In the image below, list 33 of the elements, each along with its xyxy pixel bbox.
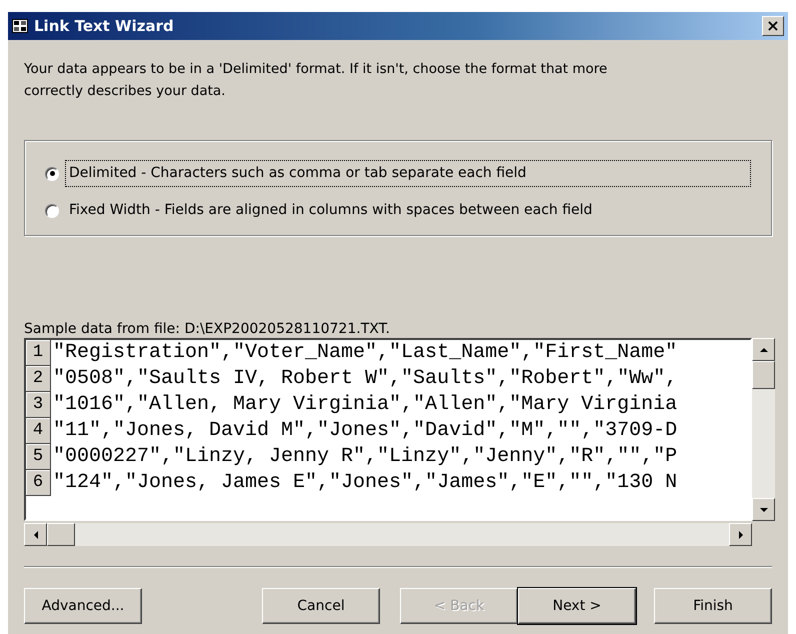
data-line: "0508","Saults IV, Robert W","Saults","Robert","Ww", [52, 366, 678, 392]
dialog-button[interactable]: Advanced... [24, 588, 142, 624]
scroll-thumb[interactable] [752, 361, 775, 389]
row-number: 1 [26, 340, 51, 366]
row-number: 6 [26, 470, 51, 496]
left-arrow-icon [32, 530, 40, 538]
row-number: 2 [26, 366, 51, 392]
app-icon [12, 19, 28, 33]
data-line: "0000227","Linzy, Jenny R","Linzy","Jenny","R","","P [52, 444, 678, 470]
data-line: "1016","Allen, Mary Virginia","Allen","Mary Virginia [52, 392, 678, 418]
down-arrow-icon [760, 506, 768, 514]
radio-button[interactable] [45, 204, 59, 218]
sample-label: Sample data from file: D:\EXP20020528110721.TXT. [24, 320, 391, 338]
radio-label[interactable]: Fixed Width - Fields are aligned in columns with spaces between each field [65, 197, 596, 224]
row-number: 3 [26, 392, 51, 418]
up-arrow-icon [760, 346, 768, 354]
close-button[interactable]: × [762, 16, 784, 36]
right-arrow-icon [736, 530, 744, 538]
window-title: Link Text Wizard [34, 16, 174, 37]
vertical-scrollbar[interactable] [752, 338, 775, 521]
horizontal-scrollbar[interactable] [24, 523, 752, 546]
dialog-button[interactable]: Finish [654, 588, 772, 624]
radio-label[interactable]: Delimited - Characters such as comma or tab separate each field [65, 160, 751, 187]
intro-text: Your data appears to be in a 'Delimited' format. If it isn't, choose the format that more correctly describes your data. [23, 60, 608, 101]
radio-button[interactable] [45, 166, 59, 180]
data-line: "124","Jones, James E","Jones","James","E","","130 N [52, 470, 678, 496]
row-number: 4 [26, 418, 51, 444]
dialog-button[interactable]: Cancel [262, 588, 380, 624]
scroll-thumb[interactable] [47, 523, 75, 546]
row-number: 5 [26, 444, 51, 470]
dialog-button[interactable]: Next > [518, 588, 636, 624]
data-line: "Registration","Voter_Name","Last_Name","First_Name" [52, 340, 678, 366]
data-line: "11","Jones, David M","Jones","David","M","","3709-D [52, 418, 678, 444]
